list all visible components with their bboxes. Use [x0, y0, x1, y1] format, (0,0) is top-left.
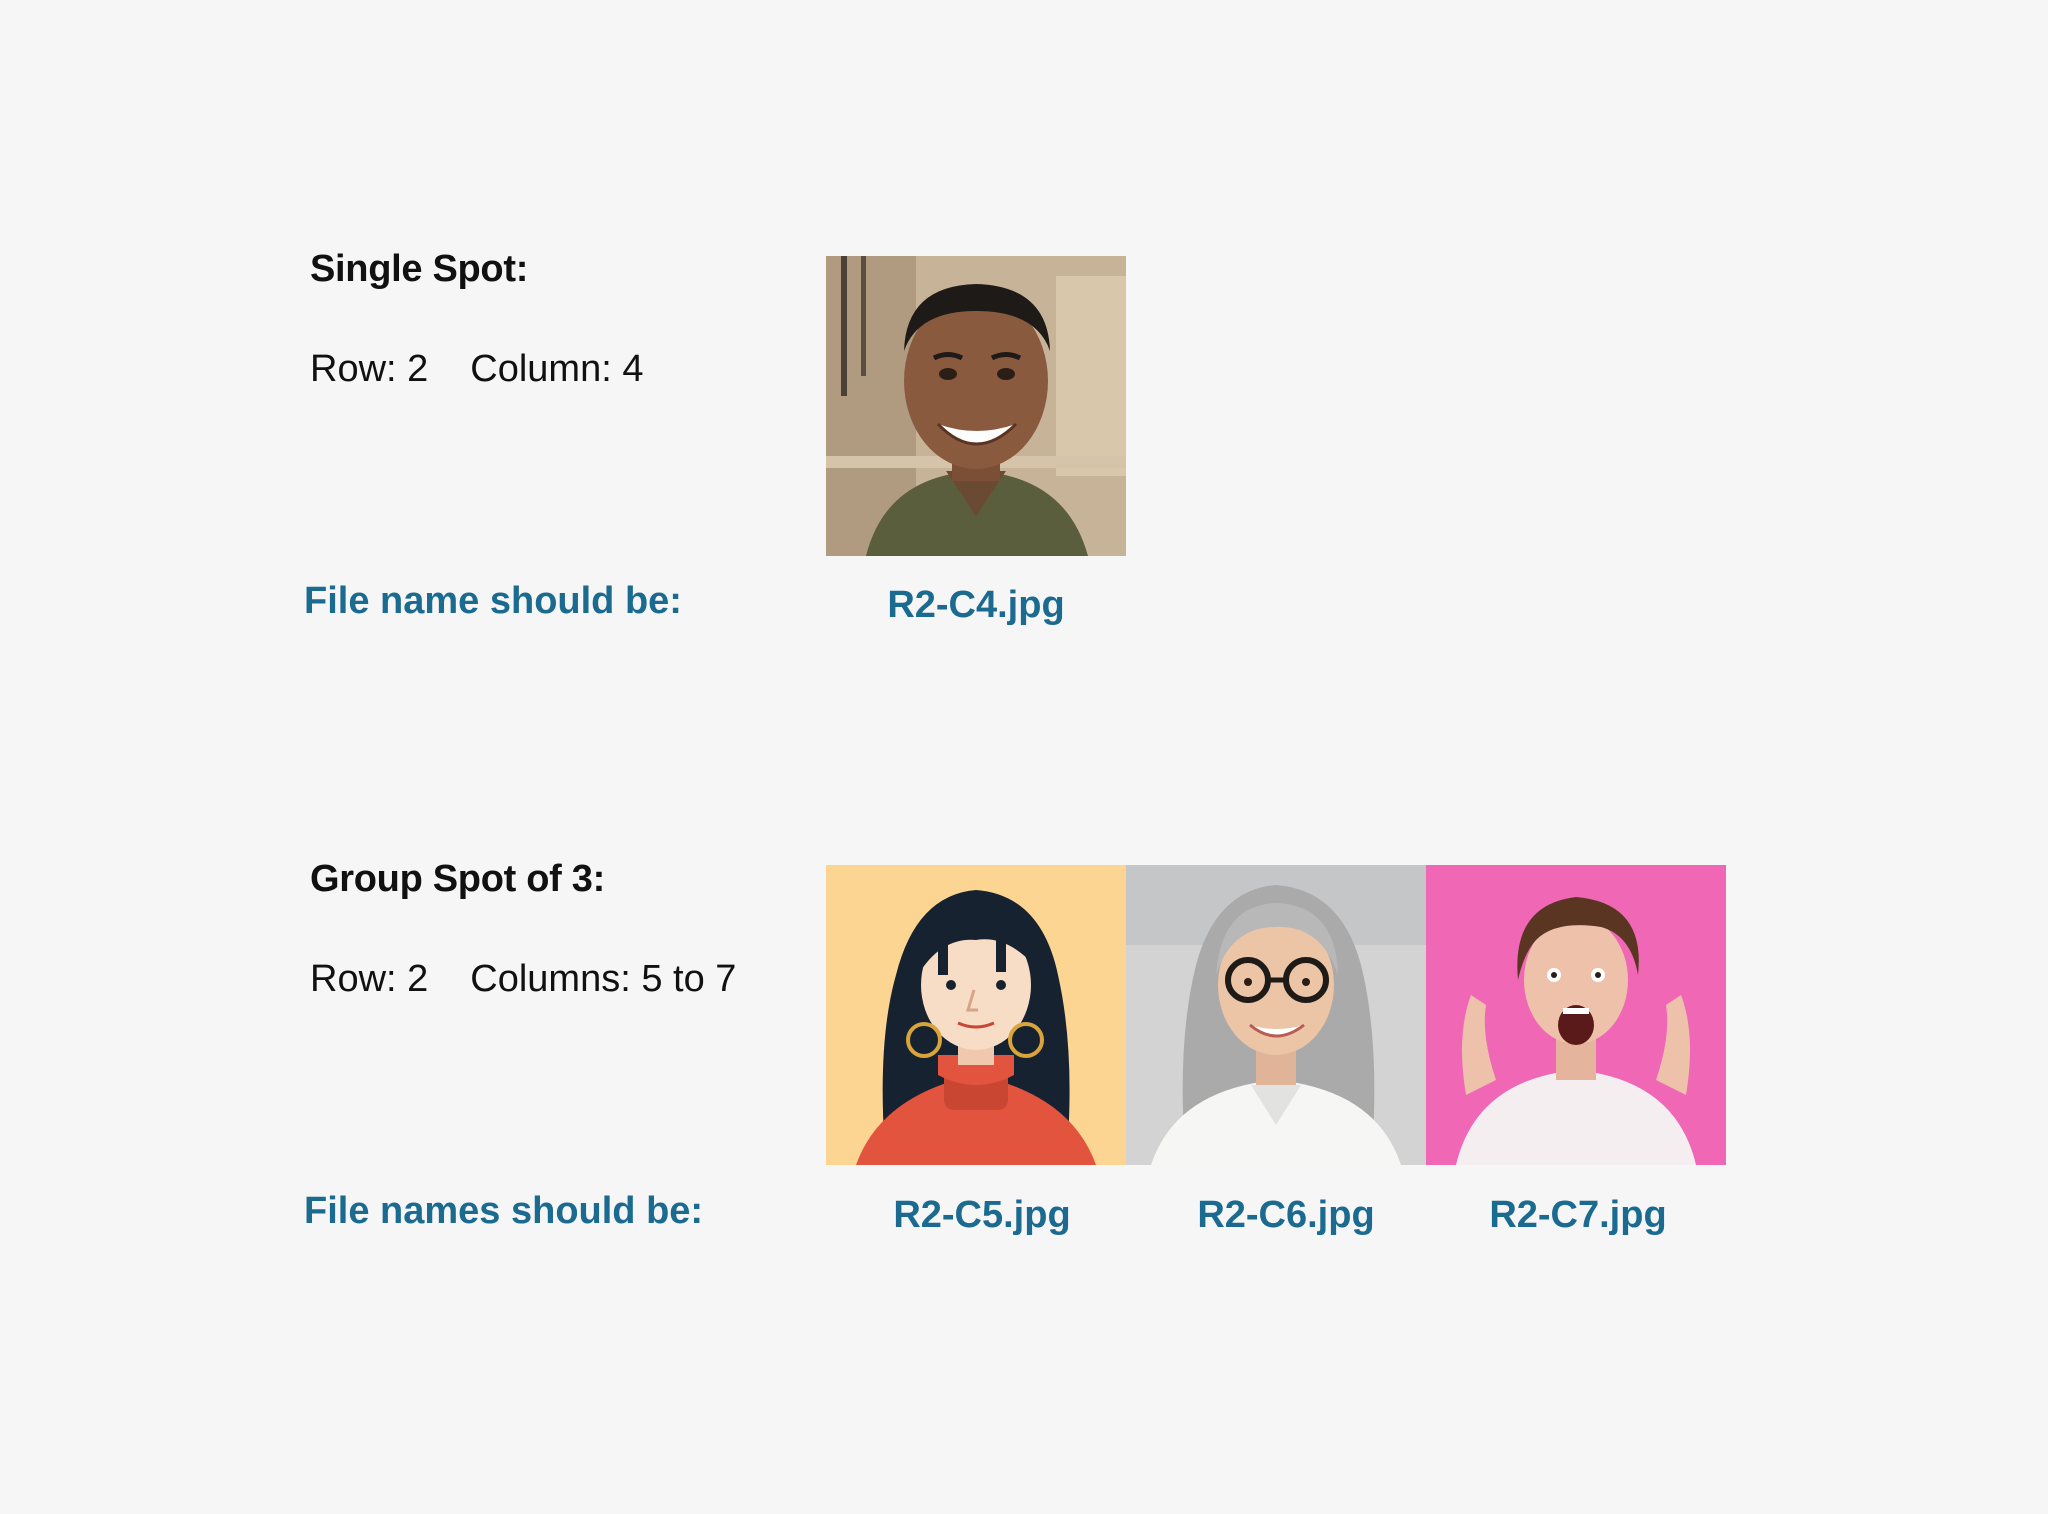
single-spot-heading: Single Spot:: [310, 248, 529, 290]
group-image-3: [1426, 865, 1726, 1165]
single-spot-prompt: File name should be:: [304, 580, 682, 622]
group-row-label: Row: 2: [310, 958, 429, 1000]
group-filename-2: R2-C6.jpg: [1197, 1194, 1375, 1236]
group-columns-label: Columns: 5 to 7: [470, 958, 737, 1000]
illustrated-woman-portrait-icon: [826, 865, 1126, 1165]
single-spot-image: [826, 256, 1126, 556]
single-row-label: Row: 2: [310, 348, 429, 390]
group-image-2: [1126, 865, 1426, 1165]
surprised-woman-portrait-icon: [1426, 865, 1726, 1165]
smiling-man-portrait-icon: [826, 256, 1126, 556]
woman-with-glasses-portrait-icon: [1126, 865, 1426, 1165]
group-image-1: [826, 865, 1126, 1165]
group-spot-prompt: File names should be:: [304, 1190, 704, 1232]
single-spot-location: Row: 2 Column: 4: [310, 348, 643, 391]
group-spot-heading: Group Spot of 3:: [310, 858, 605, 900]
single-column-label: Column: 4: [470, 348, 644, 390]
single-spot-filename: R2-C4.jpg: [887, 584, 1065, 626]
group-filename-3: R2-C7.jpg: [1489, 1194, 1667, 1236]
group-spot-location: Row: 2 Columns: 5 to 7: [310, 958, 736, 1001]
group-filename-1: R2-C5.jpg: [893, 1194, 1071, 1236]
